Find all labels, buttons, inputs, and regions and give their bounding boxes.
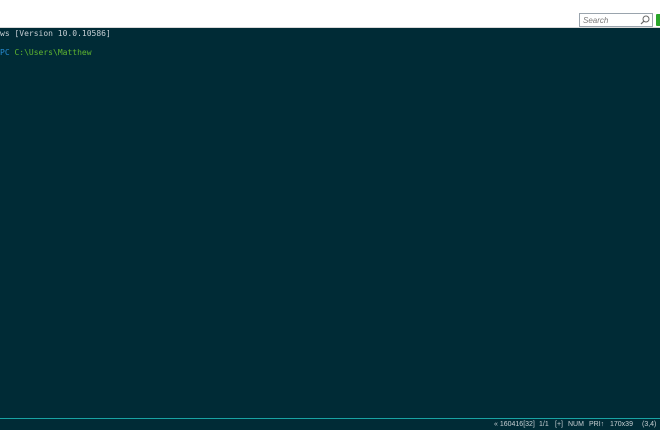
search-box[interactable] [579, 13, 653, 27]
new-console-button[interactable] [656, 14, 660, 26]
status-position-info: « 160416[32] [494, 421, 535, 428]
status-mode-indicator[interactable]: [+] [555, 421, 563, 429]
search-icon[interactable] [640, 15, 650, 25]
status-tab-index[interactable]: 1/1 [539, 421, 549, 429]
status-cursor-pos: (3,4) [642, 421, 657, 428]
console-area[interactable]: ws [Version 10.0.10586] PC C:\Users\Matt… [0, 28, 660, 418]
prompt-host: PC [0, 48, 10, 57]
toolbar [0, 0, 660, 28]
status-bar: « 160416[32] 1/1 [+] NUM PRI↑ 170x39 (3,… [0, 418, 660, 430]
console-version-line: ws [Version 10.0.10586] [0, 29, 111, 38]
search-input[interactable] [582, 14, 639, 26]
console-prompt-line: PC C:\Users\Matthew [0, 47, 92, 58]
status-console-size[interactable]: 170x39 [610, 421, 633, 429]
status-num-lock: NUM [568, 421, 584, 428]
status-priority[interactable]: PRI↑ [589, 421, 604, 429]
prompt-path: C:\Users\Matthew [14, 48, 92, 57]
